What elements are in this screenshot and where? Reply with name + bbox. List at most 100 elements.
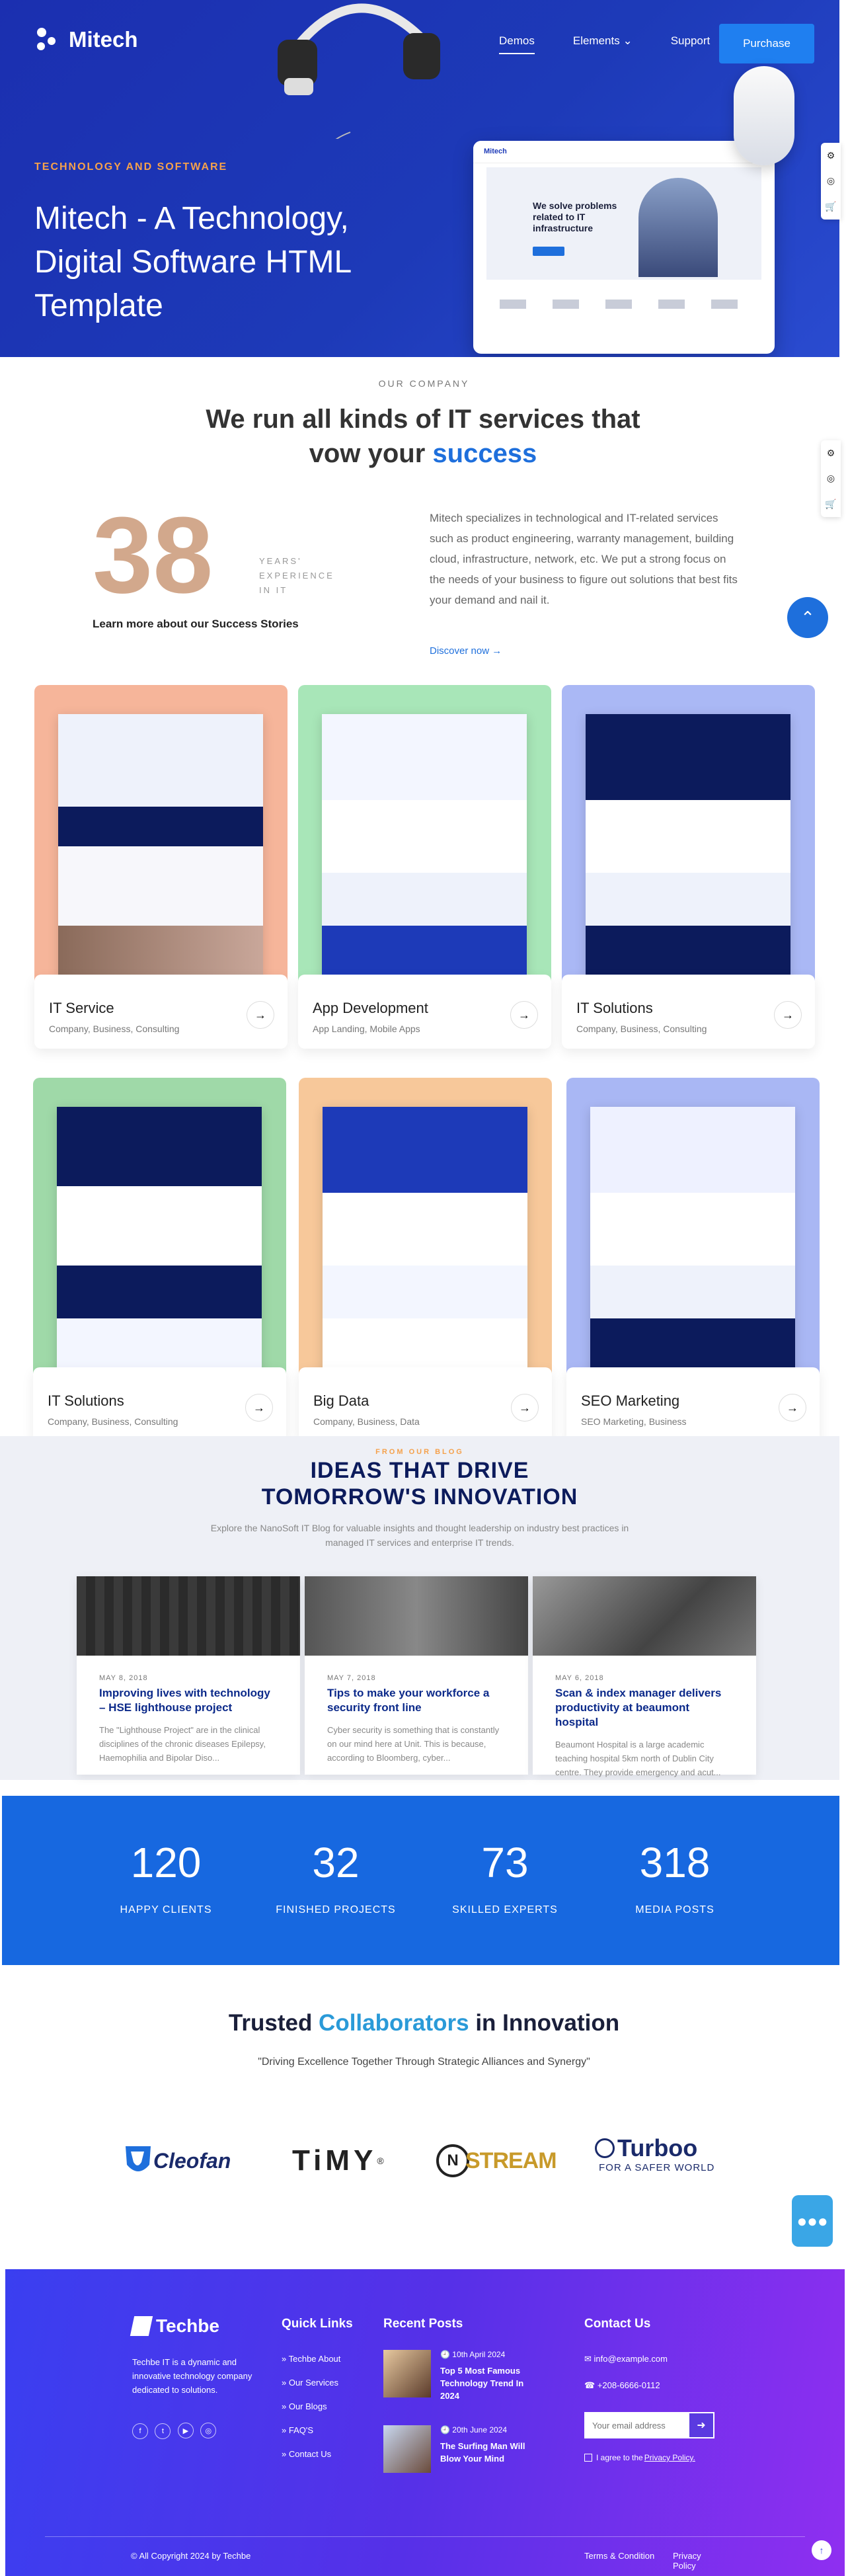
hero-kicker: TECHNOLOGY AND SOFTWARE <box>34 161 228 173</box>
privacy-checkbox[interactable] <box>584 2454 592 2462</box>
cart-icon[interactable]: 🛒 <box>825 499 836 510</box>
mouse-image <box>734 66 794 165</box>
demos-icon[interactable]: ⚙ <box>827 150 835 161</box>
quick-link[interactable]: » Contact Us <box>282 2449 340 2459</box>
quick-link[interactable]: » Our Services <box>282 2378 340 2388</box>
arrow-right-icon[interactable]: → <box>247 1001 274 1029</box>
quick-links-heading: Quick Links <box>282 2317 353 2331</box>
brand-name: Mitech <box>69 27 138 52</box>
demo-caption: IT Solutions Company, Business, Consulti… <box>33 1367 286 1441</box>
support-icon[interactable]: ◎ <box>827 473 835 484</box>
arrow-right-icon[interactable]: → <box>779 1394 806 1422</box>
nav-support[interactable]: Support <box>671 34 711 54</box>
footer-about: Techbe IT is a dynamic and innovative te… <box>132 2357 252 2395</box>
blog-post-card[interactable]: MAY 7, 2018 Tips to make your workforce … <box>305 1576 528 1775</box>
demos-icon[interactable]: ⚙ <box>827 448 835 459</box>
demo-caption: Big Data Company, Business, Data → <box>299 1367 552 1441</box>
social-links: f t ▶ ◎ <box>132 2423 220 2439</box>
company-title-line-2: vow your <box>309 439 433 468</box>
arrow-right-icon[interactable]: → <box>774 1001 802 1029</box>
footer-bottom: © All Copyright 2024 by Techbe Terms & C… <box>131 2551 726 2571</box>
demo-card[interactable]: IT Service Company, Business, Consulting… <box>34 685 288 1055</box>
demo-caption: IT Solutions Company, Business, Consulti… <box>562 975 815 1049</box>
blog-post-card[interactable]: MAY 8, 2018 Improving lives with technol… <box>77 1576 300 1775</box>
quick-link-label: Our Blogs <box>288 2401 327 2411</box>
footer: Techbe Techbe IT is a dynamic and innova… <box>5 2269 845 2576</box>
recent-post-date: 🕘 20th June 2024 <box>440 2425 508 2435</box>
quick-link[interactable]: » FAQ'S <box>282 2425 340 2435</box>
cart-icon[interactable]: 🛒 <box>825 201 836 212</box>
privacy-link[interactable]: Privacy Policy <box>673 2551 726 2571</box>
logo-icon <box>34 26 61 53</box>
contact-email[interactable]: ✉ info@example.com <box>584 2354 668 2364</box>
twitter-icon[interactable]: t <box>155 2423 171 2439</box>
nav-elements[interactable]: Elements ⌄ <box>573 34 633 54</box>
contact-phone[interactable]: ☎ +208-6666-0112 <box>584 2380 660 2391</box>
arrow-right-icon[interactable]: → <box>511 1394 539 1422</box>
recent-posts-heading: Recent Posts <box>383 2317 463 2331</box>
blog-post-excerpt: Cyber security is something that is cons… <box>327 1725 500 1763</box>
demo-subtitle: Company, Business, Consulting <box>48 1416 178 1427</box>
arrow-right-icon[interactable]: → <box>245 1394 273 1422</box>
techbe-logo-icon <box>130 2316 153 2336</box>
demo-card[interactable]: App Development App Landing, Mobile Apps… <box>298 685 551 1055</box>
demo-card[interactable]: IT Solutions Company, Business, Consulti… <box>33 1078 286 1448</box>
demo-card[interactable]: Big Data Company, Business, Data → <box>299 1078 552 1448</box>
stat-label: MEDIA POSTS <box>635 1904 714 1915</box>
stat-item: 73 SKILLED EXPERTS <box>419 1796 591 1916</box>
brand-name: TiMY <box>292 2144 377 2177</box>
scroll-top-button[interactable]: ⌃ <box>787 597 828 638</box>
quick-link-label: Techbe About <box>288 2354 341 2364</box>
arrow-right-icon[interactable]: → <box>510 1001 538 1029</box>
demo-card[interactable]: IT Solutions Company, Business, Consulti… <box>562 685 815 1055</box>
terms-link[interactable]: Terms & Condition <box>584 2551 654 2561</box>
logo[interactable]: Mitech <box>34 26 138 53</box>
quick-link[interactable]: » Our Blogs <box>282 2401 340 2411</box>
brand-name: Turboo <box>617 2134 698 2161</box>
chat-icon[interactable]: ●●● <box>792 2195 833 2247</box>
copyright-text: © All Copyright 2024 by Techbe <box>131 2551 251 2561</box>
collab-title: Trusted Collaborators in Innovation <box>0 2010 848 2036</box>
footer-brand: Techbe <box>156 2315 219 2336</box>
blog-title-line-1: IDEAS THAT DRIVE <box>310 1458 529 1483</box>
privacy-policy-link[interactable]: Privacy Policy. <box>644 2453 695 2462</box>
privacy-consent-text: I agree to the <box>596 2453 643 2462</box>
demo-screenshot <box>298 685 551 996</box>
success-stories-link[interactable]: Learn more about our Success Stories <box>93 618 299 631</box>
collab-title-b: in Innovation <box>469 2010 620 2036</box>
demo-screenshot <box>33 1078 286 1389</box>
support-icon[interactable]: ◎ <box>827 175 835 186</box>
discover-now-link[interactable]: Discover now → <box>430 645 502 657</box>
recent-post-title[interactable]: Top 5 Most Famous Technology Trend In 20… <box>440 2364 533 2402</box>
side-toolbar: ⚙ ◎ 🛒 <box>821 143 841 220</box>
quick-link[interactable]: » Techbe About <box>282 2354 340 2364</box>
recent-post-date-text: 20th June 2024 <box>452 2425 508 2435</box>
quick-links-list: » Techbe About » Our Services » Our Blog… <box>282 2354 340 2473</box>
stat-label: HAPPY CLIENTS <box>120 1904 212 1915</box>
footer-logo[interactable]: Techbe <box>130 2315 219 2337</box>
contact-email-text: info@example.com <box>594 2354 668 2364</box>
purchase-button[interactable]: Purchase <box>719 24 814 63</box>
send-arrow-icon[interactable]: ➜ <box>688 2412 714 2438</box>
recent-post-title[interactable]: The Surfing Man Will Blow Your Mind <box>440 2440 533 2465</box>
blog-post-card[interactable]: MAY 6, 2018 Scan & index manager deliver… <box>533 1576 756 1777</box>
youtube-icon[interactable]: ▶ <box>177 2423 194 2438</box>
headphones-image <box>278 3 440 139</box>
stat-item: 318 MEDIA POSTS <box>589 1796 761 1916</box>
blog-post-title[interactable]: Improving lives with technology – HSE li… <box>99 1686 278 1715</box>
blog-kicker: FROM OUR BLOG <box>375 1448 464 1456</box>
demo-caption: IT Service Company, Business, Consulting… <box>34 975 288 1049</box>
facebook-icon[interactable]: f <box>132 2423 148 2439</box>
blog-post-title[interactable]: Scan & index manager delivers productivi… <box>555 1686 734 1730</box>
scroll-top-footer-button[interactable]: ↑ <box>812 2540 831 2560</box>
demo-title: IT Solutions <box>48 1392 124 1409</box>
blog-section: FROM OUR BLOG IDEAS THAT DRIVE TOMORROW'… <box>0 1436 839 1780</box>
nav-demos[interactable]: Demos <box>499 34 535 54</box>
blog-post-date: MAY 8, 2018 <box>99 1674 148 1682</box>
privacy-consent: I agree to the Privacy Policy. <box>584 2453 695 2462</box>
instagram-icon[interactable]: ◎ <box>200 2423 217 2438</box>
blog-post-title[interactable]: Tips to make your workforce a security f… <box>327 1686 506 1715</box>
demo-card[interactable]: SEO Marketing SEO Marketing, Business → <box>566 1078 820 1448</box>
hero-title: Mitech - A Technology, Digital Software … <box>34 201 351 323</box>
collab-title-a: Trusted <box>228 2010 319 2036</box>
